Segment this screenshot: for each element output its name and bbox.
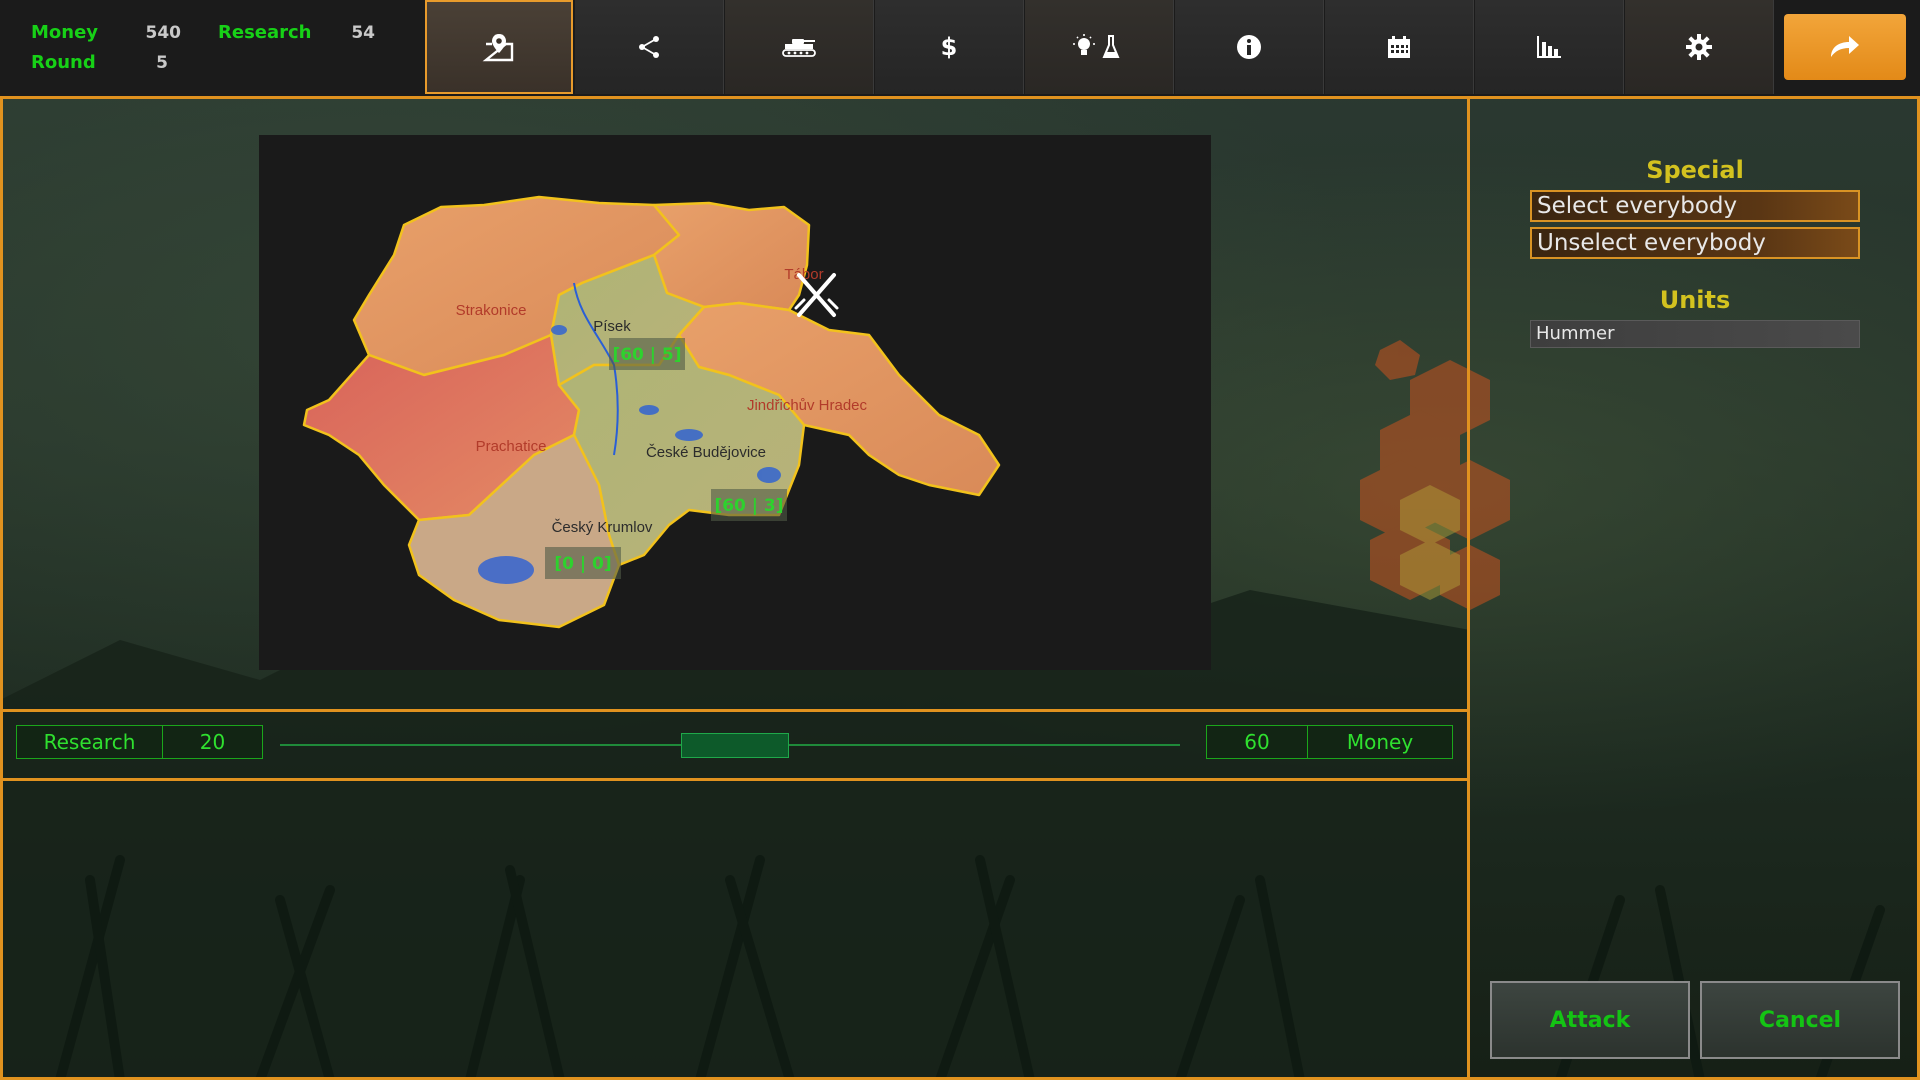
cancel-button[interactable]: Cancel [1700, 981, 1900, 1059]
end-turn-button[interactable] [1784, 14, 1906, 80]
tank-icon [782, 39, 816, 57]
map-pin-icon [482, 34, 514, 62]
region-label-ceske-budejovice: České Budějovice [646, 444, 766, 461]
round-value: 5 [156, 53, 168, 73]
region-label-strakonice: Strakonice [456, 302, 527, 319]
lightbulb-flask-icon [1073, 34, 1120, 58]
settings-tab[interactable] [1625, 0, 1774, 94]
unselect-everybody-button[interactable]: Unselect everybody [1530, 227, 1860, 259]
map-tab[interactable] [425, 0, 573, 94]
region-tabor[interactable] [652, 201, 811, 312]
bar-chart-icon [1537, 36, 1561, 58]
money-label: Money [31, 22, 99, 43]
region-map[interactable]: Strakonice Písek Jindřichův Hradec Prach… [259, 135, 1211, 670]
region-label-pisek: Písek [593, 318, 631, 335]
army-tag-pisek: [60 | 5] [612, 345, 681, 365]
economy-tab[interactable]: $ [875, 0, 1024, 94]
army-tag-ceske-budejovice: [60 | 3] [714, 496, 783, 516]
money-split-label: Money [1307, 725, 1453, 759]
calendar-icon [1388, 36, 1410, 58]
region-label-prachatice: Prachatice [476, 438, 547, 455]
select-everybody-button[interactable]: Select everybody [1530, 190, 1860, 222]
gear-icon [1686, 34, 1712, 60]
army-tag-cesky-krumlov: [0 | 0] [554, 554, 611, 574]
share-icon [639, 36, 659, 58]
stats-panel: Money 540 Research 54 Round 5 [0, 0, 425, 96]
diplomacy-tab[interactable] [575, 0, 724, 94]
dollar-icon: $ [941, 33, 958, 61]
research-value: 54 [351, 23, 375, 43]
redo-arrow-icon [1831, 36, 1859, 57]
svg-text:$: $ [941, 33, 958, 61]
round-label: Round [31, 52, 96, 73]
research-split-value: 20 [162, 725, 263, 759]
calendar-tab[interactable] [1325, 0, 1474, 94]
money-split-value: 60 [1206, 725, 1308, 759]
units-title: Units [1659, 286, 1731, 314]
research-split-label: Research [16, 725, 163, 759]
info-tab[interactable] [1175, 0, 1324, 94]
research-tab[interactable] [1025, 0, 1174, 94]
attack-button[interactable]: Attack [1490, 981, 1690, 1059]
region-label-cesky-krumlov: Český Krumlov [552, 519, 653, 536]
money-value: 540 [145, 23, 182, 43]
top-bar: Money 540 Research 54 Round 5 $ [0, 0, 1920, 96]
info-icon [1237, 35, 1261, 59]
unit-list-item[interactable]: Hummer [1530, 320, 1860, 348]
special-title: Special [1646, 156, 1744, 184]
military-tab[interactable] [725, 0, 874, 94]
region-label-jindrichuv-hradec: Jindřichův Hradec [747, 397, 868, 414]
allocation-slider-thumb[interactable] [681, 733, 789, 758]
research-label: Research [218, 22, 312, 43]
statistics-tab[interactable] [1475, 0, 1624, 94]
